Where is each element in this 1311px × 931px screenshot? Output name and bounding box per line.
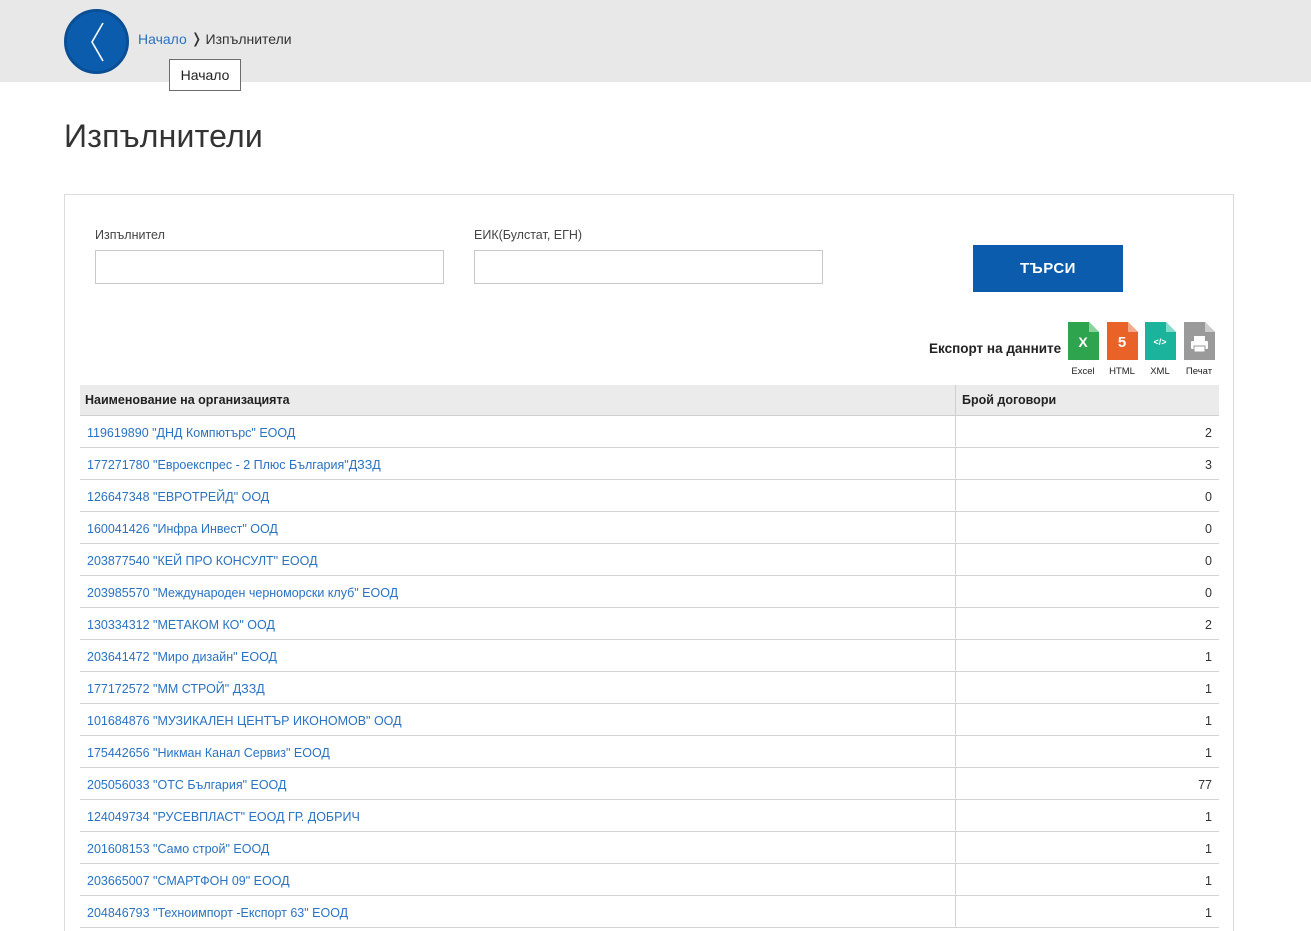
table-row: 203641472 "Миро дизайн" ЕООД 1 [80,640,1219,672]
table-body: 119619890 "ДНД Компютърс" ЕООД 2 177271780… [80,416,1219,928]
cell-organization: 126647348 "ЕВРОТРЕЙД" ООД [80,480,956,511]
export-excel-caption: Excel [1071,366,1095,377]
organization-link[interactable]: 101684876 "МУЗИКАЛЕН ЦЕНТЪР ИКОНОМОВ" ОО… [87,714,402,728]
html-file-icon: 5 [1106,322,1138,360]
organization-link[interactable]: 126647348 "ЕВРОТРЕЙД" ООД [87,490,269,504]
cell-organization: 205056033 "ОТС България" ЕООД [80,768,956,799]
cell-organization: 119619890 "ДНД Компютърс" ЕООД [80,416,956,447]
cell-organization: 203877540 "КЕЙ ПРО КОНСУЛТ" ЕООД [80,544,956,575]
organization-link[interactable]: 175442656 "Никман Канал Сервиз" ЕООД [87,746,330,760]
table-row: 175442656 "Никман Канал Сервиз" ЕООД 1 [80,736,1219,768]
table-row: 126647348 "ЕВРОТРЕЙД" ООД 0 [80,480,1219,512]
organization-link[interactable]: 177172572 "ММ СТРОЙ" ДЗЗД [87,682,265,696]
table-row: 203877540 "КЕЙ ПРО КОНСУЛТ" ЕООД 0 [80,544,1219,576]
table-row: 119619890 "ДНД Компютърс" ЕООД 2 [80,416,1219,448]
xml-file-icon: </> [1144,322,1176,360]
cell-contract-count: 0 [1205,554,1212,568]
cell-organization: 203665007 "СМАРТФОН 09" ЕООД [80,864,956,895]
breadcrumb-separator-icon: ❭ [190,30,203,46]
page-title: Изпълнители [64,118,263,154]
export-xml-button[interactable]: </> XML [1143,322,1177,377]
cell-organization: 130334312 "МЕТАКОМ КО" ООД [80,608,956,639]
table-row: 203665007 "СМАРТФОН 09" ЕООД 1 [80,864,1219,896]
contractor-input[interactable] [95,250,444,284]
search-panel: Изпълнител ЕИК(Булстат, ЕГН) ТЪРСИ Експо… [64,194,1234,931]
svg-text:X: X [1078,334,1088,350]
breadcrumb: Начало ❭ Изпълнители [138,30,292,47]
organization-link[interactable]: 201608153 "Само строй" ЕООД [87,842,269,856]
svg-text:5: 5 [1117,334,1125,351]
organization-link[interactable]: 203665007 "СМАРТФОН 09" ЕООД [87,874,290,888]
cell-organization: 160041426 "Инфра Инвест" ООД [80,512,956,543]
export-html-button[interactable]: 5 HTML [1105,322,1139,377]
cell-organization: 201608153 "Само строй" ЕООД [80,832,956,863]
cell-contract-count: 2 [1205,618,1212,632]
home-tooltip: Начало [169,59,241,91]
breadcrumb-home-link[interactable]: Начало [138,31,187,47]
cell-organization: 177271780 "Евроекспрес - 2 Плюс България… [80,448,956,479]
cell-contract-count: 1 [1205,874,1212,888]
cell-organization: 101684876 "МУЗИКАЛЕН ЦЕНТЪР ИКОНОМОВ" ОО… [80,704,956,735]
header-name[interactable]: Наименование на организацията [80,385,956,415]
organization-link[interactable]: 205056033 "ОТС България" ЕООД [87,778,286,792]
table-row: 130334312 "МЕТАКОМ КО" ООД 2 [80,608,1219,640]
cell-contract-count: 1 [1205,714,1212,728]
organization-link[interactable]: 124049734 "РУСЕВПЛАСТ" ЕООД ГР. ДОБРИЧ [87,810,360,824]
organization-link[interactable]: 203985570 "Международен черноморски клуб… [87,586,398,600]
table-row: 124049734 "РУСЕВПЛАСТ" ЕООД ГР. ДОБРИЧ 1 [80,800,1219,832]
organization-link[interactable]: 130334312 "МЕТАКОМ КО" ООД [87,618,275,632]
export-html-caption: HTML [1109,366,1135,377]
cell-contract-count: 1 [1205,746,1212,760]
table-row: 203985570 "Международен черноморски клуб… [80,576,1219,608]
table-row: 201608153 "Само строй" ЕООД 1 [80,832,1219,864]
cell-organization: 203985570 "Международен черноморски клуб… [80,576,956,607]
cell-organization: 203641472 "Миро дизайн" ЕООД [80,640,956,671]
cell-contract-count: 1 [1205,682,1212,696]
export-print-button[interactable]: Печат [1182,322,1216,377]
excel-file-icon: X [1067,322,1099,360]
cell-contract-count: 0 [1205,586,1212,600]
table-row: 177271780 "Евроекспрес - 2 Плюс България… [80,448,1219,480]
eik-input[interactable] [474,250,823,284]
cell-contract-count: 3 [1205,458,1212,472]
cell-organization: 124049734 "РУСЕВПЛАСТ" ЕООД ГР. ДОБРИЧ [80,800,956,831]
organization-link[interactable]: 204846793 "Техноимпорт -Експорт 63" ЕООД [87,906,348,920]
back-button[interactable] [64,9,129,74]
print-file-icon [1183,322,1215,360]
contractors-table: Наименование на организацията Брой догов… [80,385,1219,928]
breadcrumb-current: Изпълнители [205,30,292,47]
export-label: Експорт на данните [929,341,1062,356]
header-count[interactable]: Брой договори [956,385,1219,415]
table-row: 177172572 "ММ СТРОЙ" ДЗЗД 1 [80,672,1219,704]
eik-label: ЕИК(Булстат, ЕГН) [474,228,583,242]
search-button[interactable]: ТЪРСИ [973,245,1123,292]
organization-link[interactable]: 203641472 "Миро дизайн" ЕООД [87,650,277,664]
export-print-caption: Печат [1185,366,1213,377]
cell-organization: 175442656 "Никман Канал Сервиз" ЕООД [80,736,956,767]
organization-link[interactable]: 119619890 "ДНД Компютърс" ЕООД [87,426,295,440]
cell-organization: 204846793 "Техноимпорт -Експорт 63" ЕООД [80,896,956,927]
cell-contract-count: 1 [1205,906,1212,920]
cell-contract-count: 0 [1205,522,1212,536]
cell-contract-count: 77 [1198,778,1212,792]
table-row: 101684876 "МУЗИКАЛЕН ЦЕНТЪР ИКОНОМОВ" ОО… [80,704,1219,736]
cell-organization: 177172572 "ММ СТРОЙ" ДЗЗД [80,672,956,703]
contractor-label: Изпълнител [95,228,165,242]
cell-contract-count: 1 [1205,810,1212,824]
organization-link[interactable]: 177271780 "Евроекспрес - 2 Плюс България… [87,458,381,472]
export-excel-button[interactable]: X Excel [1066,322,1100,377]
table-row: 160041426 "Инфра Инвест" ООД 0 [80,512,1219,544]
organization-link[interactable]: 160041426 "Инфра Инвест" ООД [87,522,278,536]
cell-contract-count: 2 [1205,426,1212,440]
table-row: 204846793 "Техноимпорт -Експорт 63" ЕООД… [80,896,1219,928]
chevron-left-icon [91,22,104,62]
export-xml-caption: XML [1150,366,1170,377]
organization-link[interactable]: 203877540 "КЕЙ ПРО КОНСУЛТ" ЕООД [87,554,318,568]
table-header: Наименование на организацията Брой догов… [80,385,1219,416]
table-row: 205056033 "ОТС България" ЕООД 77 [80,768,1219,800]
svg-text:</>: </> [1153,337,1166,347]
cell-contract-count: 0 [1205,490,1212,504]
cell-contract-count: 1 [1205,842,1212,856]
cell-contract-count: 1 [1205,650,1212,664]
